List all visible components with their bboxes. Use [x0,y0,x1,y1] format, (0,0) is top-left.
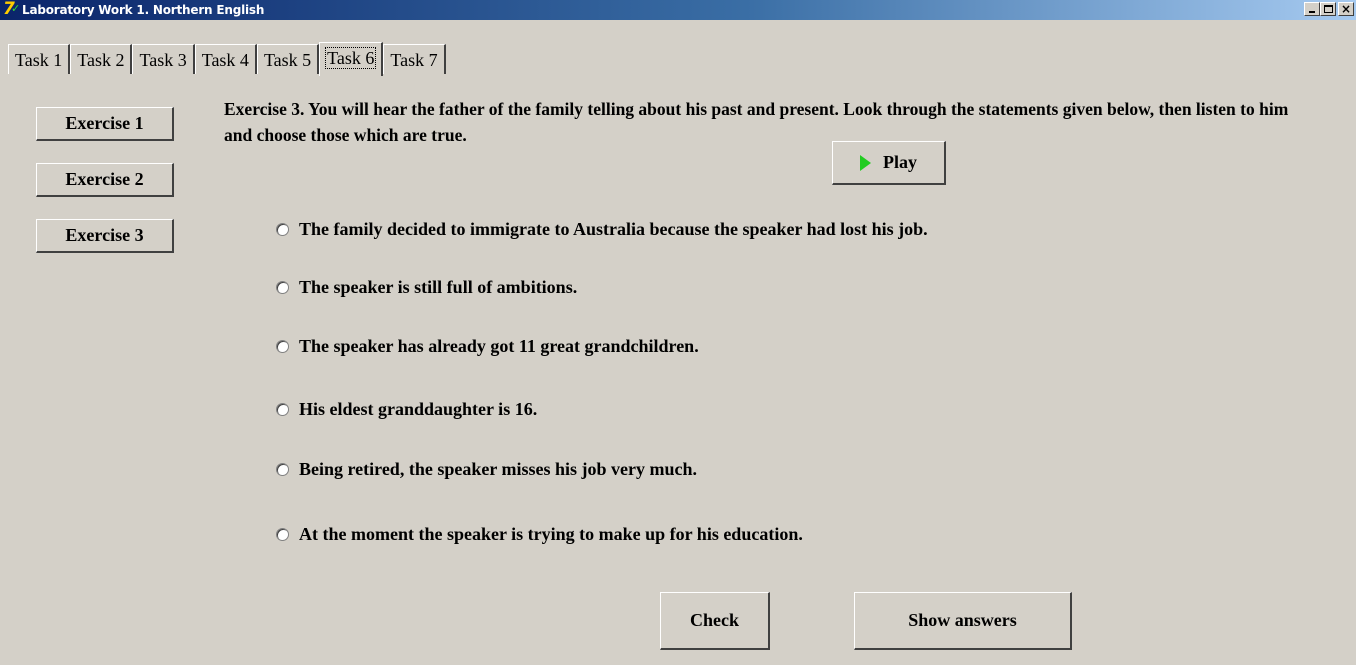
tab-task-1[interactable]: Task 1 [8,44,71,74]
title-bar[interactable]: 7 ✓ Laboratory Work 1. Northern English × [0,0,1356,20]
tab-task-5[interactable]: Task 5 [256,44,320,74]
window-title: Laboratory Work 1. Northern English [22,3,265,17]
show-answers-button[interactable]: Show answers [854,592,1072,650]
statement-text: At the moment the speaker is trying to m… [299,524,803,544]
statement-option-4[interactable]: His eldest granddaughter is 16. [276,399,537,420]
exercise-2-button[interactable]: Exercise 2 [36,163,174,197]
radio-button[interactable] [276,223,289,236]
tab-task-7[interactable]: Task 7 [383,44,446,74]
statement-text: The family decided to immigrate to Austr… [299,219,928,239]
exercise-1-label: Exercise 1 [65,113,144,133]
maximize-button[interactable] [1320,2,1336,16]
statement-option-1[interactable]: The family decided to immigrate to Austr… [276,219,928,240]
radio-button[interactable] [276,463,289,476]
statement-text: The speaker has already got 11 great gra… [299,336,699,356]
play-label: Play [883,152,917,172]
tab-task-2[interactable]: Task 2 [70,44,133,74]
tab-task-6[interactable]: Task 6 [319,42,384,76]
exercise-1-button[interactable]: Exercise 1 [36,107,174,141]
statement-option-3[interactable]: The speaker has already got 11 great gra… [276,336,699,357]
exercise-instruction: Exercise 3. You will hear the father of … [224,99,1289,145]
play-button[interactable]: Play [832,141,946,185]
statement-text: His eldest granddaughter is 16. [299,399,538,419]
app-icon: 7 ✓ [3,0,21,19]
close-button[interactable]: × [1338,2,1354,16]
statement-text: Being retired, the speaker misses his jo… [299,459,697,479]
tab-task-3[interactable]: Task 3 [132,44,195,74]
show-answers-label: Show answers [908,610,1017,630]
check-label: Check [690,610,739,630]
window-controls: × [1304,2,1354,16]
radio-button[interactable] [276,281,289,294]
statement-option-2[interactable]: The speaker is still full of ambitions. [276,277,577,298]
radio-button[interactable] [276,403,289,416]
radio-button[interactable] [276,340,289,353]
exercise-3-label: Exercise 3 [65,225,144,245]
statement-option-5[interactable]: Being retired, the speaker misses his jo… [276,459,697,480]
radio-button[interactable] [276,528,289,541]
statement-text: The speaker is still full of ambitions. [299,277,578,297]
minimize-icon [1309,11,1315,13]
check-button[interactable]: Check [660,592,770,650]
exercise-2-label: Exercise 2 [65,169,144,189]
task-tabs: Task 1 Task 2 Task 3 Task 4 Task 5 Task … [8,42,446,76]
close-icon: × [1340,2,1352,16]
statement-option-6[interactable]: At the moment the speaker is trying to m… [276,524,803,545]
exercise-3-button[interactable]: Exercise 3 [36,219,174,253]
minimize-button[interactable] [1304,2,1320,16]
maximize-icon [1324,5,1333,13]
tab-task-4[interactable]: Task 4 [194,44,257,74]
play-icon [860,154,871,171]
